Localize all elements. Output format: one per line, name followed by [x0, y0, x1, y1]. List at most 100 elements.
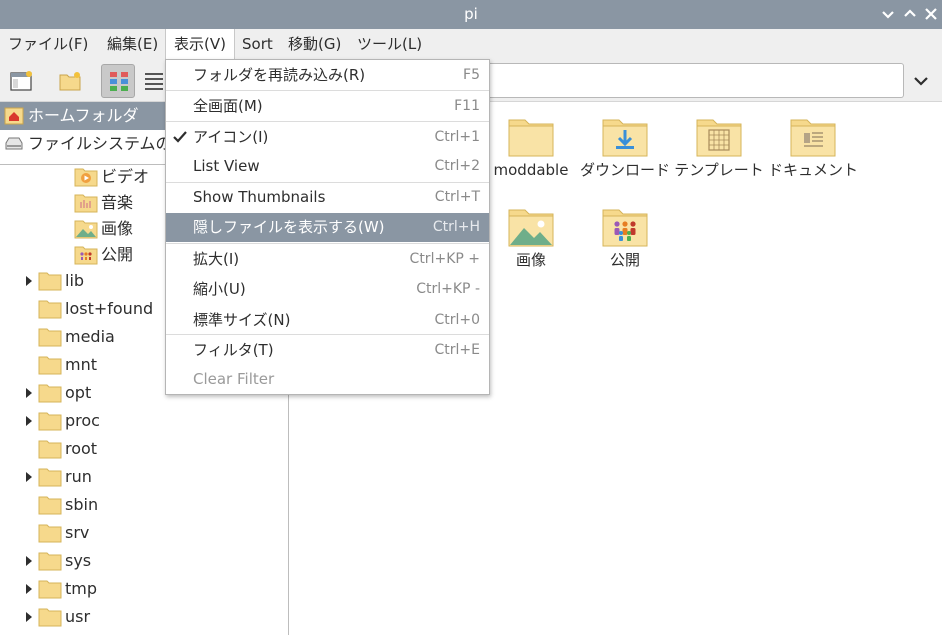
menu-item-label: フィルタ(T): [193, 341, 274, 359]
menu-item-shortcut: Ctrl+0: [434, 312, 480, 328]
expander-arrow-icon[interactable]: [26, 472, 32, 482]
tree-label: lib: [65, 271, 85, 290]
tree-row-root[interactable]: root: [0, 435, 288, 463]
tree-label: media: [65, 327, 115, 346]
tree-row-partial: [0, 631, 288, 635]
file-item-downloads[interactable]: ダウンロード: [578, 104, 672, 194]
tree-row-usr[interactable]: usr: [0, 603, 288, 631]
tree-row-sys[interactable]: sys: [0, 547, 288, 575]
file-label: ダウンロード: [579, 161, 670, 179]
folder-icon: [38, 521, 62, 543]
pictures-folder-icon: [507, 202, 555, 250]
menu-item-zoom-out[interactable]: 縮小(U) Ctrl+KP -: [166, 275, 489, 304]
new-window-icon: [10, 71, 32, 91]
new-folder-button[interactable]: [53, 64, 87, 98]
file-label: 画像: [515, 251, 546, 269]
place-label: ホームフォルダ: [28, 106, 139, 125]
view-menu-dropdown: フォルダを再読み込み(R) F5 全画面(M) F11 アイコン(I) Ctrl…: [165, 59, 490, 395]
menu-item-clear-filter: Clear Filter: [166, 365, 489, 394]
tree-label: usr: [65, 607, 91, 626]
chevron-down-icon: [914, 77, 928, 86]
home-icon: [4, 107, 24, 125]
expander-arrow-icon[interactable]: [26, 556, 32, 566]
menu-item-show-thumbnails[interactable]: Show Thumbnails Ctrl+T: [166, 183, 489, 212]
title-bar: pi: [0, 0, 942, 29]
path-history-dropdown[interactable]: [908, 68, 934, 94]
folder-icon: [38, 381, 62, 403]
templates-folder-icon: [695, 112, 743, 160]
new-window-button[interactable]: [4, 64, 38, 98]
expander-arrow-icon[interactable]: [26, 584, 32, 594]
path-entry[interactable]: [475, 63, 904, 98]
folder-icon: [38, 605, 62, 627]
tree-row-proc[interactable]: proc: [0, 407, 288, 435]
menu-item-fullscreen[interactable]: 全画面(M) F11: [166, 92, 489, 121]
folder-icon: [38, 325, 62, 347]
file-item-moddable[interactable]: moddable: [484, 104, 578, 194]
tree-label: ビデオ: [101, 167, 150, 186]
menu-go[interactable]: 移動(G): [280, 29, 349, 60]
expander-arrow-icon[interactable]: [26, 388, 32, 398]
tree-row-srv[interactable]: srv: [0, 519, 288, 547]
tree-label: root: [65, 439, 98, 458]
menu-item-zoom-in[interactable]: 拡大(I) Ctrl+KP +: [166, 245, 489, 274]
menu-sort[interactable]: Sort: [234, 29, 281, 60]
menu-separator: [166, 243, 489, 244]
menu-item-normal-size[interactable]: 標準サイズ(N) Ctrl+0: [166, 306, 489, 335]
tree-label: srv: [65, 523, 90, 542]
folder-icon: [38, 437, 62, 459]
menu-item-label: 縮小(U): [193, 280, 246, 298]
icon-view-icon: [110, 72, 128, 91]
folder-icon: [38, 465, 62, 487]
window-title: pi: [464, 5, 478, 23]
menu-item-shortcut: Ctrl+H: [432, 219, 480, 235]
icon-view-button[interactable]: [101, 64, 135, 98]
tree-label: 音楽: [101, 193, 134, 212]
menu-item-shortcut: Ctrl+1: [434, 129, 480, 145]
file-label: moddable: [493, 161, 569, 179]
tree-label: 公開: [101, 245, 134, 264]
tree-row-sbin[interactable]: sbin: [0, 491, 288, 519]
minimize-button[interactable]: [879, 5, 897, 23]
public-folder-icon: [601, 202, 649, 250]
menu-item-shortcut: Ctrl+E: [434, 342, 481, 358]
public-folder-icon: [74, 243, 98, 265]
menu-bar: ファイル(F) 編集(E) 表示(V) Sort 移動(G) ツール(L): [0, 29, 942, 60]
file-item-public[interactable]: 公開: [578, 194, 672, 269]
menu-item-shortcut: Ctrl+2: [434, 158, 480, 174]
file-item-documents[interactable]: ドキュメント: [766, 104, 860, 194]
expander-arrow-icon[interactable]: [26, 276, 32, 286]
new-folder-icon: [59, 72, 81, 91]
maximize-button[interactable]: [901, 5, 919, 23]
file-label: 公開: [609, 251, 640, 269]
menu-item-filter[interactable]: フィルタ(T) Ctrl+E: [166, 336, 489, 365]
menu-file[interactable]: ファイル(F): [0, 29, 96, 60]
menu-item-shortcut: Ctrl+KP +: [409, 251, 480, 267]
tree-row-tmp[interactable]: tmp: [0, 575, 288, 603]
tree-label: sys: [65, 551, 92, 570]
menu-view[interactable]: 表示(V): [165, 29, 235, 60]
menu-item-list-view[interactable]: List View Ctrl+2: [166, 152, 489, 181]
file-item-pictures[interactable]: 画像: [484, 194, 578, 269]
tree-label: mnt: [65, 355, 97, 374]
expander-arrow-icon[interactable]: [26, 416, 32, 426]
menu-tools[interactable]: ツール(L): [349, 29, 430, 60]
menu-item-show-hidden[interactable]: 隠しファイルを表示する(W) Ctrl+H: [166, 213, 489, 242]
tree-row-run[interactable]: run: [0, 463, 288, 491]
menu-separator: [166, 90, 489, 91]
menu-edit[interactable]: 編集(E): [99, 29, 166, 60]
menu-item-reload[interactable]: フォルダを再読み込み(R) F5: [166, 61, 489, 90]
close-button[interactable]: [922, 5, 940, 23]
file-item-templates[interactable]: テンプレート: [672, 104, 766, 194]
folder-icon: [38, 549, 62, 571]
menu-separator: [166, 334, 489, 335]
folder-icon: [38, 353, 62, 375]
folder-icon: [38, 297, 62, 319]
tree-label: sbin: [65, 495, 99, 514]
list-view-icon: [145, 73, 163, 90]
expander-arrow-icon[interactable]: [26, 612, 32, 622]
menu-item-label: Clear Filter: [193, 370, 275, 388]
music-folder-icon: [74, 191, 98, 213]
menu-item-icon-view[interactable]: アイコン(I) Ctrl+1: [166, 123, 489, 152]
tree-label: run: [65, 467, 92, 486]
